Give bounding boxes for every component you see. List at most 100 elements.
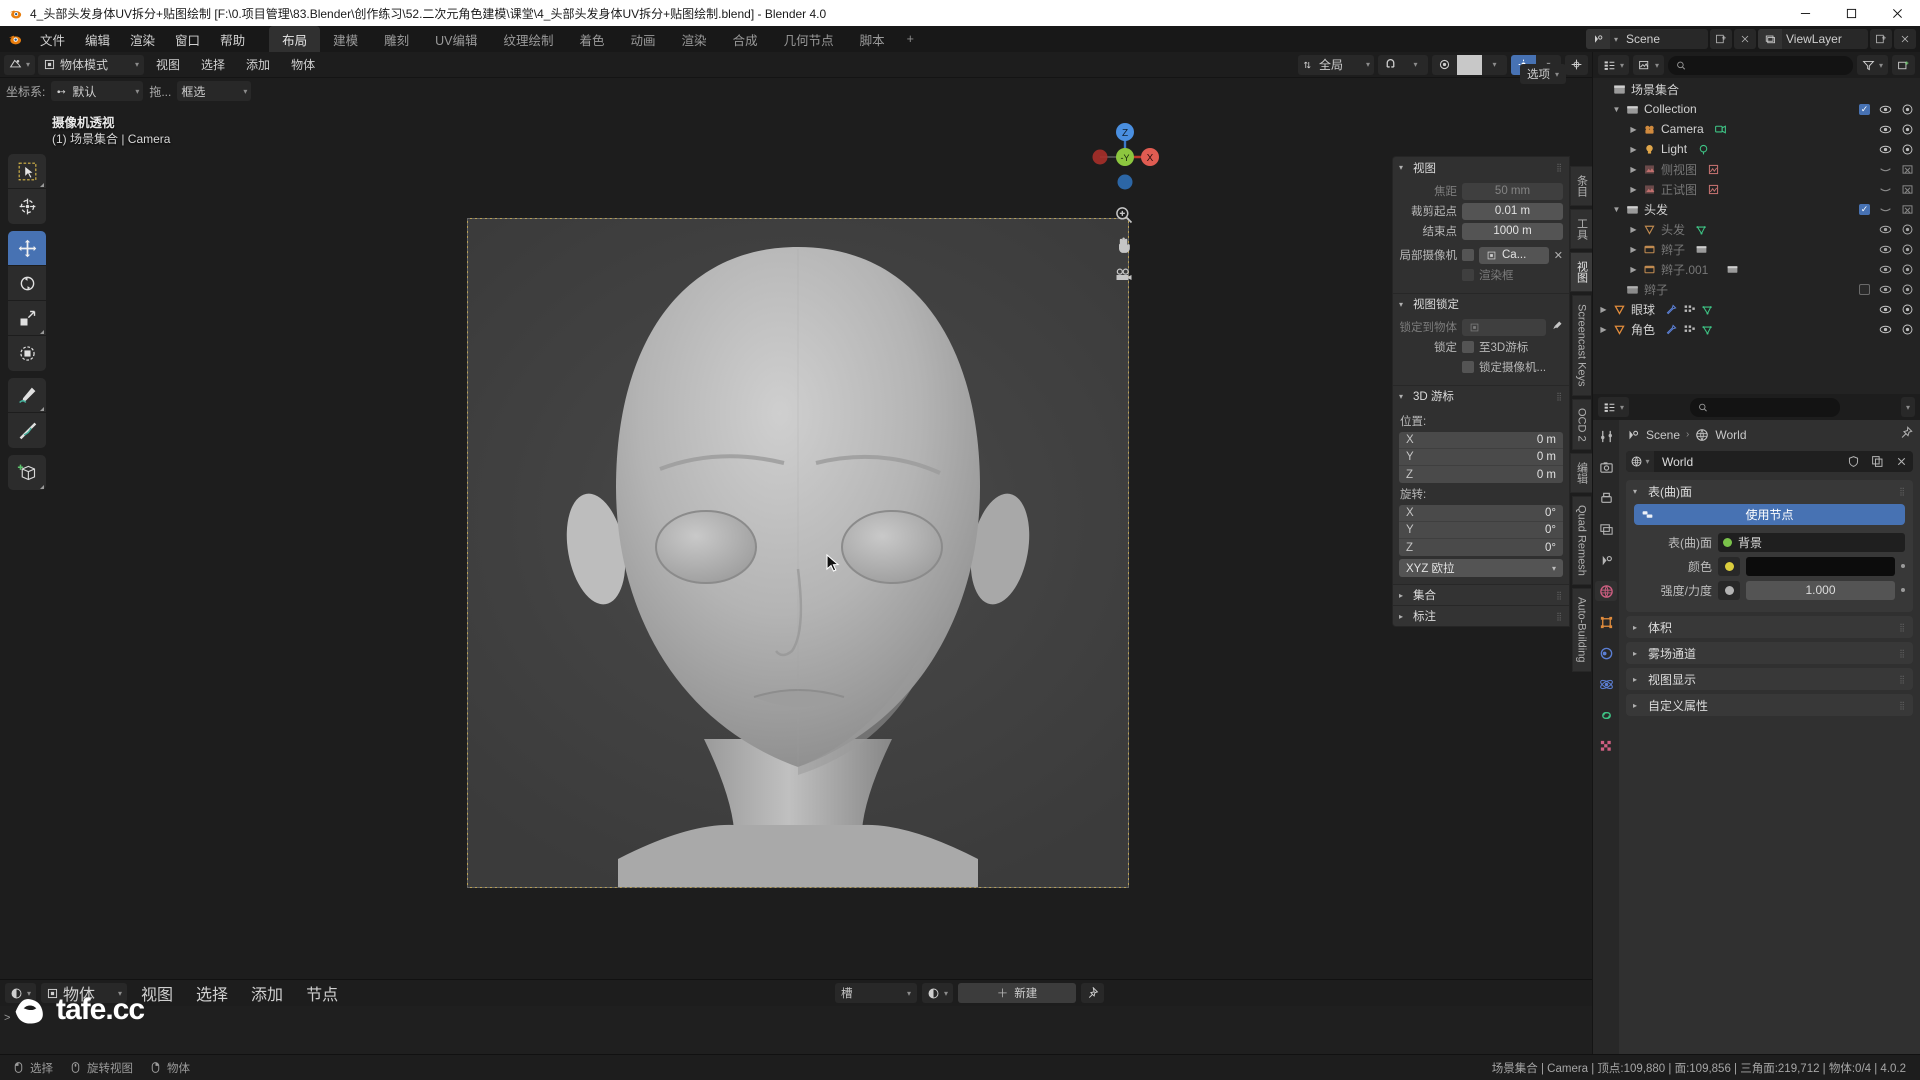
interaction-mode-selector[interactable]: 物体模式 ▾ bbox=[38, 54, 145, 75]
tool-orientation-selector[interactable]: 默认 ▾ bbox=[51, 81, 144, 101]
use-nodes-button[interactable]: 使用节点 bbox=[1634, 504, 1905, 525]
breadcrumb-world[interactable]: World bbox=[1715, 428, 1746, 442]
light-data-icon[interactable] bbox=[1697, 143, 1710, 156]
modifier-icon[interactable] bbox=[1665, 303, 1678, 316]
properties-tab-output[interactable] bbox=[1595, 488, 1617, 508]
snap-magnet-icon[interactable] bbox=[1378, 55, 1403, 75]
properties-editor-type-button[interactable]: ▾ bbox=[1598, 397, 1630, 417]
sidebar-tab-ocd2[interactable]: OCD 2 bbox=[1571, 398, 1591, 451]
render-region-checkbox[interactable] bbox=[1462, 269, 1474, 281]
properties-tab-render[interactable] bbox=[1595, 457, 1617, 477]
outliner-row-character[interactable]: ▶ 角色 bbox=[1593, 319, 1920, 339]
cursor-location-y[interactable]: Y 0 m bbox=[1399, 449, 1563, 466]
properties-tab-world[interactable] bbox=[1595, 581, 1617, 601]
viewport-menu-object[interactable]: 物体 bbox=[282, 55, 324, 75]
world-name-field[interactable]: World bbox=[1654, 455, 1841, 469]
viewport-display-section-header[interactable]: ▸ 视图显示 ⣿ bbox=[1626, 668, 1913, 690]
menu-file[interactable]: 文件 bbox=[30, 26, 75, 52]
strength-value-field[interactable]: 1.000 bbox=[1746, 580, 1895, 600]
shader-menu-node[interactable]: 节点 bbox=[297, 983, 347, 1004]
local-camera-checkbox[interactable] bbox=[1462, 249, 1474, 261]
lock-camera-checkbox[interactable] bbox=[1462, 361, 1474, 373]
duplicate-world-button[interactable] bbox=[1865, 451, 1889, 472]
particles-icon[interactable] bbox=[1683, 323, 1696, 336]
strength-socket-button[interactable] bbox=[1718, 580, 1740, 600]
properties-tab-tool[interactable] bbox=[1595, 426, 1617, 446]
animate-property-dot[interactable] bbox=[1901, 588, 1905, 592]
pan-hand-icon[interactable] bbox=[1111, 232, 1137, 258]
transform-orientation-selector[interactable]: 全局 ▾ bbox=[1298, 54, 1374, 75]
sidebar-tab-view[interactable]: 视图 bbox=[1569, 252, 1592, 292]
tool-transform[interactable] bbox=[8, 336, 46, 371]
outliner-row-camera[interactable]: ▶ Camera bbox=[1593, 119, 1920, 139]
npanel-annotations-header[interactable]: ▸ 标注 ⣿ bbox=[1393, 605, 1569, 626]
maximize-button[interactable] bbox=[1828, 0, 1874, 26]
modifier-icon[interactable] bbox=[1665, 323, 1678, 336]
menu-render[interactable]: 渲染 bbox=[120, 26, 165, 52]
shader-menu-select[interactable]: 选择 bbox=[187, 983, 237, 1004]
tool-measure[interactable] bbox=[8, 413, 46, 448]
proportional-edit-icon[interactable] bbox=[1432, 55, 1457, 75]
eye-closed-icon[interactable] bbox=[1879, 163, 1892, 176]
viewport-menu-add[interactable]: 添加 bbox=[237, 55, 279, 75]
menu-help[interactable]: 帮助 bbox=[210, 26, 255, 52]
workspace-tab-animation[interactable]: 动画 bbox=[618, 26, 669, 52]
eye-icon[interactable] bbox=[1879, 223, 1892, 236]
properties-tab-object[interactable] bbox=[1595, 612, 1617, 632]
tree-triangle-icon[interactable]: ▶ bbox=[1627, 185, 1640, 194]
workspace-tab-rendering[interactable]: 渲染 bbox=[669, 26, 720, 52]
tool-rotate[interactable] bbox=[8, 266, 46, 301]
tree-triangle-icon[interactable]: ▼ bbox=[1610, 105, 1623, 114]
camera-render-icon[interactable] bbox=[1901, 123, 1914, 136]
image-data-icon[interactable] bbox=[1707, 183, 1720, 196]
eye-icon[interactable] bbox=[1879, 143, 1892, 156]
tree-triangle-icon[interactable]: ▶ bbox=[1597, 325, 1610, 334]
outliner-filter-button[interactable]: ▾ bbox=[1856, 55, 1888, 75]
camera-render-icon[interactable] bbox=[1901, 283, 1914, 296]
unlink-world-button[interactable] bbox=[1889, 451, 1913, 472]
gizmo-toggle-button[interactable] bbox=[1565, 54, 1588, 75]
proportional-falloff-swatch[interactable] bbox=[1457, 54, 1482, 75]
workspace-tab-scripting[interactable]: 脚本 bbox=[847, 26, 898, 52]
editor-type-button[interactable]: ▾ bbox=[4, 54, 36, 75]
lock-to-cursor-checkbox[interactable] bbox=[1462, 341, 1474, 353]
camera-disabled-icon[interactable] bbox=[1901, 183, 1914, 196]
eye-icon[interactable] bbox=[1879, 103, 1892, 116]
outliner-row-collection[interactable]: ▼ Collection bbox=[1593, 99, 1920, 119]
world-browse-button[interactable]: ▾ bbox=[1626, 451, 1654, 472]
minimize-button[interactable] bbox=[1782, 0, 1828, 26]
outliner-new-collection-button[interactable] bbox=[1892, 55, 1915, 75]
tool-cursor[interactable] bbox=[8, 189, 46, 224]
outliner-row-braid-001[interactable]: ▶ 辫子.001 bbox=[1593, 259, 1920, 279]
tree-triangle-icon[interactable]: ▶ bbox=[1627, 265, 1640, 274]
eyedropper-icon[interactable] bbox=[1551, 320, 1563, 335]
clear-local-camera-icon[interactable]: ✕ bbox=[1554, 249, 1563, 262]
collection-small-icon[interactable] bbox=[1726, 263, 1739, 276]
properties-tab-material[interactable] bbox=[1595, 736, 1617, 756]
npanel-viewlock-header[interactable]: ▾ 视图锁定 bbox=[1393, 293, 1569, 314]
exclude-checkbox[interactable] bbox=[1859, 283, 1870, 295]
outliner-row-hair-mesh[interactable]: ▶ 头发 bbox=[1593, 219, 1920, 239]
npanel-collections-header[interactable]: ▸ 集合 ⣿ bbox=[1393, 584, 1569, 605]
tool-tweak-select[interactable] bbox=[8, 154, 46, 189]
cursor-location-x[interactable]: X 0 m bbox=[1399, 432, 1563, 449]
properties-tab-scene[interactable] bbox=[1595, 550, 1617, 570]
camera-render-icon[interactable] bbox=[1901, 243, 1914, 256]
workspace-tab-uvediting[interactable]: UV编辑 bbox=[422, 26, 490, 52]
scene-selector[interactable]: ▾ Scene bbox=[1586, 29, 1708, 49]
eye-closed-icon[interactable] bbox=[1879, 203, 1892, 216]
exclude-checkbox[interactable] bbox=[1859, 103, 1870, 115]
outliner-row-braid-collection[interactable]: 辫子 bbox=[1593, 279, 1920, 299]
tree-triangle-icon[interactable]: ▶ bbox=[1597, 305, 1610, 314]
camera-render-icon[interactable] bbox=[1901, 263, 1914, 276]
properties-search-field[interactable] bbox=[1712, 401, 1832, 413]
eye-icon[interactable] bbox=[1879, 303, 1892, 316]
workspace-tab-shading[interactable]: 着色 bbox=[567, 26, 618, 52]
workspace-tab-texturepaint[interactable]: 纹理绘制 bbox=[491, 26, 567, 52]
camera-render-icon[interactable] bbox=[1901, 303, 1914, 316]
outliner-row-front-view-image[interactable]: ▶ 正试图 bbox=[1593, 179, 1920, 199]
mist-pass-section-header[interactable]: ▸ 雾场通道 ⣿ bbox=[1626, 642, 1913, 664]
npanel-cursor-header[interactable]: ▾ 3D 游标 ⣿ bbox=[1393, 385, 1569, 406]
camera-disabled-icon[interactable] bbox=[1901, 203, 1914, 216]
tree-triangle-icon[interactable]: ▶ bbox=[1627, 245, 1640, 254]
